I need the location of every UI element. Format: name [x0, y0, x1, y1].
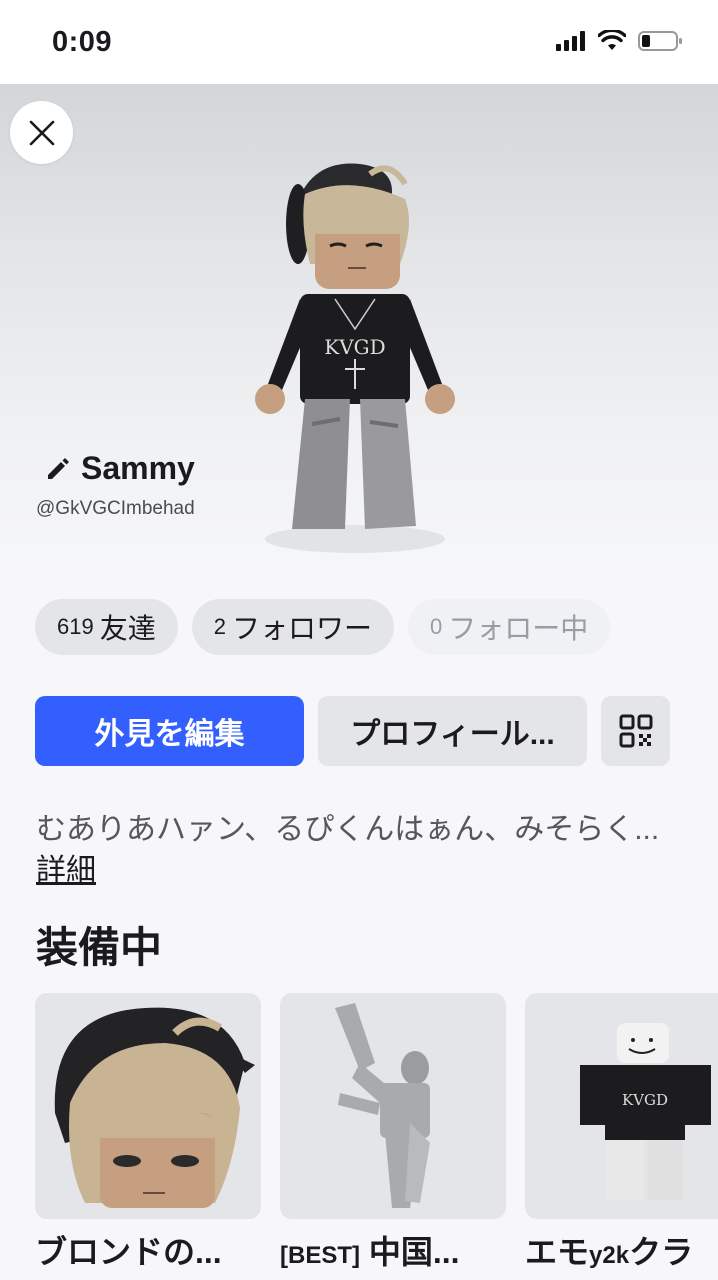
friends-count-pill[interactable]: 619 友達: [35, 599, 178, 655]
equipped-items-list: ブロンドの... [BEST] 中国... KVGD エモy2kクラ: [35, 993, 718, 1273]
stats-row: 619 友達 2 フォロワー 0 フォロー中: [35, 599, 611, 655]
display-name-row[interactable]: Sammy: [45, 450, 195, 487]
following-label: フォロー中: [448, 613, 589, 644]
following-count: 0: [430, 614, 443, 639]
battery-icon: [638, 31, 682, 51]
shirt-thumbnail-image: KVGD: [580, 1023, 711, 1200]
close-button[interactable]: [10, 101, 73, 164]
wifi-icon: [598, 30, 626, 50]
qr-code-button[interactable]: [601, 696, 670, 766]
item-thumbnail-animation[interactable]: [280, 993, 506, 1219]
equipped-item[interactable]: [BEST] 中国...: [280, 993, 506, 1273]
item-thumbnail-hair[interactable]: [35, 993, 261, 1219]
equipped-item[interactable]: KVGD エモy2kクラ: [525, 993, 718, 1273]
hair-thumbnail-image: [54, 1007, 255, 1208]
item-name-prefix: [BEST]: [280, 1242, 360, 1269]
item-name-part2: y2k: [589, 1242, 630, 1269]
item-name: エモy2kクラ: [525, 1227, 718, 1273]
display-name: Sammy: [81, 450, 195, 486]
item-name-part3: クラ: [629, 1234, 694, 1270]
username: @GkVGCImbehad: [36, 498, 195, 519]
svg-text:KVGD: KVGD: [622, 1091, 668, 1109]
avatar-hero: KVGD Sammy @GkVGCImbehad: [0, 84, 718, 584]
followers-label: フォロワー: [231, 613, 372, 644]
followers-count-pill[interactable]: 2 フォロワー: [191, 599, 394, 655]
followers-count: 2: [213, 614, 226, 639]
svg-text:KVGD: KVGD: [324, 335, 385, 359]
equipped-section-title: 装備中: [36, 924, 163, 971]
item-name: [BEST] 中国...: [280, 1227, 506, 1273]
item-name: ブロンドの...: [35, 1234, 222, 1270]
status-time: 0:09: [52, 26, 113, 58]
close-icon: [29, 120, 54, 145]
friends-label: 友達: [99, 613, 156, 644]
status-icons: [556, 30, 684, 52]
friends-count: 619: [57, 614, 94, 639]
signal-icon: [556, 31, 585, 51]
qr-code-icon: [619, 714, 652, 748]
bio-text: むありあハァン、るぴくんはぁん、みそらく...: [36, 813, 660, 846]
kick-pose-thumbnail-image: [335, 1003, 430, 1208]
edit-avatar-button[interactable]: 外見を編集: [35, 696, 304, 766]
item-thumbnail-shirt[interactable]: KVGD: [525, 993, 718, 1219]
avatar-3d-figure: KVGD: [255, 163, 455, 553]
pencil-icon[interactable]: [45, 456, 71, 482]
item-name-part1: エモ: [525, 1234, 590, 1270]
following-count-pill[interactable]: 0 フォロー中: [408, 599, 611, 655]
profile-button[interactable]: プロフィール...: [318, 696, 587, 766]
equipped-item[interactable]: ブロンドの...: [35, 993, 261, 1273]
status-bar: 0:09: [0, 0, 718, 84]
bio-more-link[interactable]: 詳細: [36, 845, 96, 889]
item-name-rest: 中国...: [360, 1234, 460, 1270]
